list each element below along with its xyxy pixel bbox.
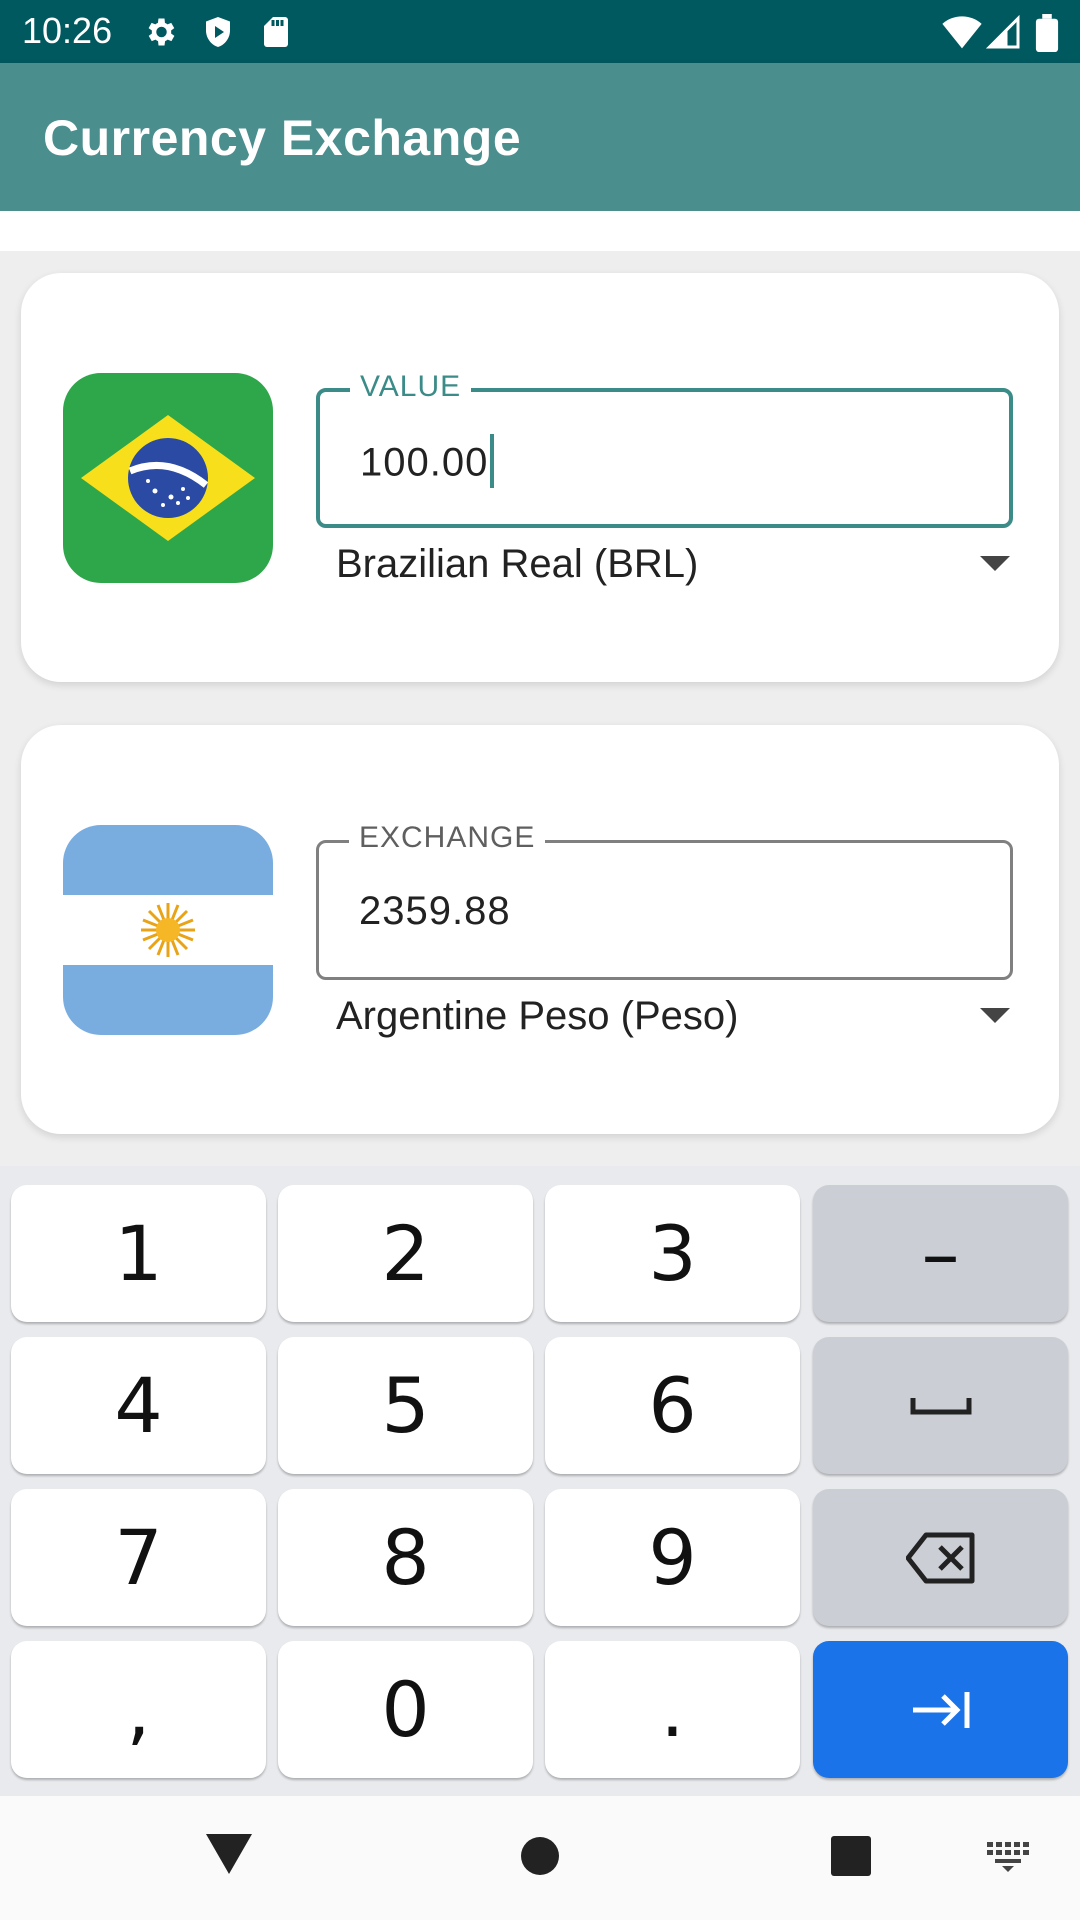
app-bar: Currency Exchange — [0, 63, 1080, 211]
key-space[interactable] — [813, 1337, 1068, 1474]
status-bar: 10:26 — [0, 0, 1080, 63]
gear-icon — [148, 18, 175, 46]
backspace-icon — [905, 1532, 974, 1583]
status-time: 10:26 — [22, 10, 113, 51]
exchange-output[interactable]: EXCHANGE 2359.88 — [316, 821, 1013, 980]
argentina-flag-icon — [63, 825, 273, 1035]
numeric-keyboard: 1 2 3 – 4 5 6 7 8 9 , 0 . — [0, 1166, 1080, 1796]
brazil-flag-icon — [63, 373, 273, 583]
source-currency-card: VALUE 100.00 Brazilian Real (BRL) — [21, 273, 1059, 682]
source-currency-label: Brazilian Real (BRL) — [336, 542, 699, 586]
value-input-text: 100.00 — [360, 440, 489, 485]
exchange-output-text: 2359.88 — [359, 889, 511, 933]
key-9[interactable]: 9 — [545, 1489, 800, 1626]
key-minus[interactable]: – — [813, 1185, 1068, 1322]
keyboard-switch-icon[interactable] — [987, 1842, 1029, 1872]
wifi-icon — [942, 16, 982, 49]
battery-icon — [1035, 14, 1059, 52]
key-6[interactable]: 6 — [545, 1337, 800, 1474]
key-3[interactable]: 3 — [545, 1185, 800, 1322]
dropdown-arrow-icon — [980, 556, 1010, 571]
header-spacer — [0, 211, 1080, 251]
text-cursor — [490, 434, 495, 488]
space-icon — [910, 1397, 971, 1414]
dropdown-arrow-icon — [980, 1008, 1010, 1023]
key-5[interactable]: 5 — [278, 1337, 533, 1474]
key-7[interactable]: 7 — [11, 1489, 266, 1626]
key-1[interactable]: 1 — [11, 1185, 266, 1322]
key-0[interactable]: 0 — [278, 1641, 533, 1778]
key-8[interactable]: 8 — [278, 1489, 533, 1626]
exchange-field-label: EXCHANGE — [349, 821, 546, 855]
key-2[interactable]: 2 — [278, 1185, 533, 1322]
shield-play-icon — [206, 17, 230, 47]
target-currency-label: Argentine Peso (Peso) — [336, 994, 739, 1038]
next-arrow-icon — [912, 1691, 969, 1728]
back-icon[interactable] — [206, 1834, 252, 1876]
app-title: Currency Exchange — [43, 110, 522, 166]
value-field-label: VALUE — [350, 370, 472, 404]
target-currency-card: EXCHANGE 2359.88 Argentine Peso (Peso) — [21, 725, 1059, 1134]
key-backspace[interactable] — [813, 1489, 1068, 1626]
sd-card-icon — [264, 17, 288, 47]
key-comma[interactable]: , — [11, 1641, 266, 1778]
recents-icon[interactable] — [831, 1836, 871, 1876]
home-icon[interactable] — [520, 1836, 560, 1876]
key-next[interactable] — [813, 1641, 1068, 1778]
cell-signal-icon — [985, 14, 1020, 49]
key-4[interactable]: 4 — [11, 1337, 266, 1474]
source-currency-dropdown[interactable]: Brazilian Real (BRL) — [336, 538, 1016, 598]
value-input[interactable]: VALUE 100.00 — [316, 370, 1013, 528]
key-period[interactable]: . — [545, 1641, 800, 1778]
target-currency-dropdown[interactable]: Argentine Peso (Peso) — [336, 990, 1016, 1050]
navigation-bar — [0, 1796, 1080, 1920]
